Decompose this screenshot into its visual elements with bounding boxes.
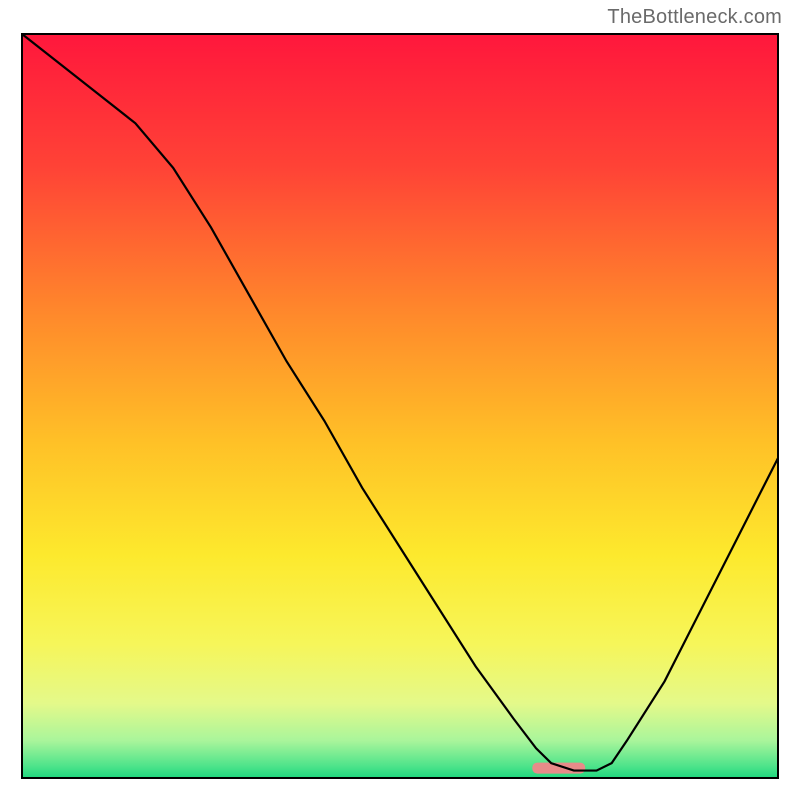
bottleneck-chart [21, 33, 779, 779]
optimal-marker [532, 763, 585, 774]
chart-background [22, 34, 778, 778]
chart-svg [21, 33, 779, 779]
watermark-text: TheBottleneck.com [607, 6, 782, 29]
